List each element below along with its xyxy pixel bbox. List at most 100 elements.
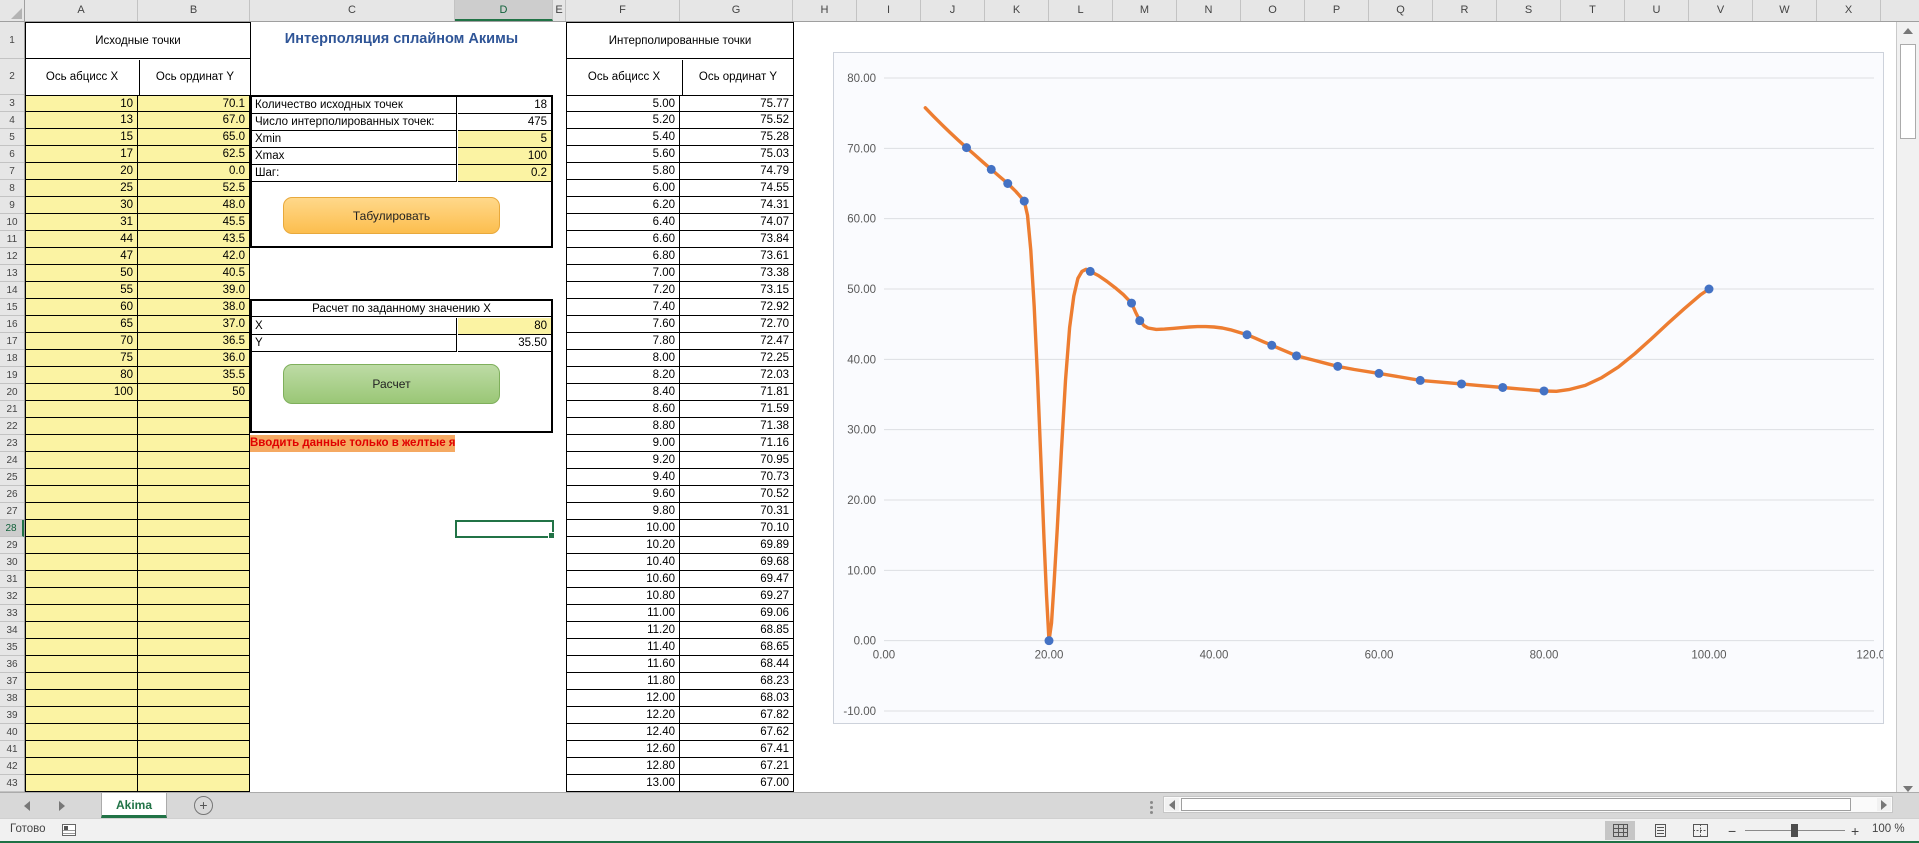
param-value[interactable]: 0.2	[458, 165, 551, 182]
add-sheet-button[interactable]: +	[194, 796, 213, 815]
source-cell-x[interactable]	[25, 588, 138, 605]
source-cell-x[interactable]: 31	[25, 214, 138, 231]
column-header-C[interactable]: C	[250, 0, 455, 21]
interp-cell-x[interactable]: 11.40	[566, 639, 680, 656]
source-cell-y[interactable]	[138, 605, 250, 622]
interp-cell-y[interactable]: 75.03	[680, 146, 794, 163]
horizontal-scrollbar[interactable]	[1163, 796, 1893, 813]
column-header-U[interactable]: U	[1625, 0, 1689, 21]
interp-cell-y[interactable]: 68.23	[680, 673, 794, 690]
interp-cell-x[interactable]: 6.00	[566, 180, 680, 197]
row-header-31[interactable]: 31	[0, 571, 24, 588]
select-all-corner[interactable]	[0, 0, 25, 22]
interp-cell-y[interactable]: 69.06	[680, 605, 794, 622]
row-header-38[interactable]: 38	[0, 690, 24, 707]
source-cell-x[interactable]	[25, 622, 138, 639]
source-cell-x[interactable]: 10	[25, 95, 138, 112]
source-cell-y[interactable]	[138, 673, 250, 690]
interp-cell-y[interactable]: 73.38	[680, 265, 794, 282]
interp-cell-y[interactable]: 70.10	[680, 520, 794, 537]
tab-nav-right[interactable]	[47, 793, 77, 819]
interp-cell-y[interactable]: 72.03	[680, 367, 794, 384]
row-header-34[interactable]: 34	[0, 622, 24, 639]
interp-cell-x[interactable]: 6.40	[566, 214, 680, 231]
interp-cell-y[interactable]: 75.77	[680, 95, 794, 112]
row-header-5[interactable]: 5	[0, 129, 24, 146]
source-cell-x[interactable]: 25	[25, 180, 138, 197]
interp-cell-y[interactable]: 68.44	[680, 656, 794, 673]
source-cell-y[interactable]: 37.0	[138, 316, 250, 333]
interp-cell-x[interactable]: 8.80	[566, 418, 680, 435]
source-cell-x[interactable]: 55	[25, 282, 138, 299]
source-cell-x[interactable]	[25, 707, 138, 724]
source-cell-y[interactable]: 48.0	[138, 197, 250, 214]
source-cell-y[interactable]	[138, 707, 250, 724]
source-cell-x[interactable]: 60	[25, 299, 138, 316]
horizontal-scroll-thumb[interactable]	[1181, 798, 1851, 811]
interp-cell-x[interactable]: 12.60	[566, 741, 680, 758]
source-cell-y[interactable]	[138, 520, 250, 537]
view-page-layout-button[interactable]	[1645, 821, 1675, 840]
interp-cell-y[interactable]: 72.92	[680, 299, 794, 316]
scroll-up-button[interactable]	[1897, 22, 1919, 40]
sheet-tab-akima[interactable]: Akima	[101, 793, 167, 818]
source-cell-y[interactable]	[138, 571, 250, 588]
interp-cell-y[interactable]: 75.28	[680, 129, 794, 146]
row-header-19[interactable]: 19	[0, 367, 24, 384]
row-header-17[interactable]: 17	[0, 333, 24, 350]
source-cell-y[interactable]	[138, 418, 250, 435]
source-cell-x[interactable]: 70	[25, 333, 138, 350]
column-header-L[interactable]: L	[1049, 0, 1113, 21]
column-header-O[interactable]: O	[1241, 0, 1305, 21]
source-cell-y[interactable]: 70.1	[138, 95, 250, 112]
source-cell-x[interactable]	[25, 418, 138, 435]
column-header-I[interactable]: I	[857, 0, 921, 21]
interp-cell-x[interactable]: 8.20	[566, 367, 680, 384]
interp-cell-x[interactable]: 10.40	[566, 554, 680, 571]
interp-cell-x[interactable]: 6.80	[566, 248, 680, 265]
source-cell-y[interactable]: 0.0	[138, 163, 250, 180]
scroll-right-button[interactable]	[1877, 798, 1891, 811]
source-cell-x[interactable]: 20	[25, 163, 138, 180]
row-header-37[interactable]: 37	[0, 673, 24, 690]
source-cell-x[interactable]	[25, 758, 138, 775]
source-cell-x[interactable]: 47	[25, 248, 138, 265]
interp-cell-y[interactable]: 67.41	[680, 741, 794, 758]
interp-cell-x[interactable]: 9.80	[566, 503, 680, 520]
tab-nav-left[interactable]	[12, 793, 42, 819]
source-cell-y[interactable]: 42.0	[138, 248, 250, 265]
interp-cell-x[interactable]: 5.40	[566, 129, 680, 146]
interp-cell-y[interactable]: 67.82	[680, 707, 794, 724]
interp-cell-y[interactable]: 73.84	[680, 231, 794, 248]
source-cell-y[interactable]	[138, 554, 250, 571]
source-cell-y[interactable]: 38.0	[138, 299, 250, 316]
column-header-K[interactable]: K	[985, 0, 1049, 21]
interp-cell-y[interactable]: 69.68	[680, 554, 794, 571]
zoom-level[interactable]: 100 %	[1872, 823, 1905, 835]
row-header-4[interactable]: 4	[0, 112, 24, 129]
view-page-break-button[interactable]	[1685, 821, 1715, 840]
param-value[interactable]: 5	[458, 131, 551, 148]
interp-cell-x[interactable]: 12.00	[566, 690, 680, 707]
source-cell-x[interactable]	[25, 554, 138, 571]
calc-button[interactable]: Расчет	[283, 364, 500, 404]
row-header-36[interactable]: 36	[0, 656, 24, 673]
row-header-39[interactable]: 39	[0, 707, 24, 724]
interp-cell-y[interactable]: 70.95	[680, 452, 794, 469]
column-header-B[interactable]: B	[138, 0, 250, 21]
interp-cell-x[interactable]: 10.20	[566, 537, 680, 554]
column-header-H[interactable]: H	[793, 0, 857, 21]
interp-cell-y[interactable]: 70.52	[680, 486, 794, 503]
vertical-scroll-thumb[interactable]	[1900, 44, 1916, 139]
source-cell-y[interactable]	[138, 775, 250, 792]
column-header-D[interactable]: D	[455, 0, 553, 21]
interp-cell-y[interactable]: 74.79	[680, 163, 794, 180]
interp-cell-x[interactable]: 11.80	[566, 673, 680, 690]
row-header-11[interactable]: 11	[0, 231, 24, 248]
interp-cell-y[interactable]: 69.47	[680, 571, 794, 588]
source-cell-y[interactable]: 52.5	[138, 180, 250, 197]
row-header-30[interactable]: 30	[0, 554, 24, 571]
source-cell-y[interactable]: 35.5	[138, 367, 250, 384]
row-header-3[interactable]: 3	[0, 95, 24, 112]
fill-handle[interactable]	[548, 532, 555, 539]
